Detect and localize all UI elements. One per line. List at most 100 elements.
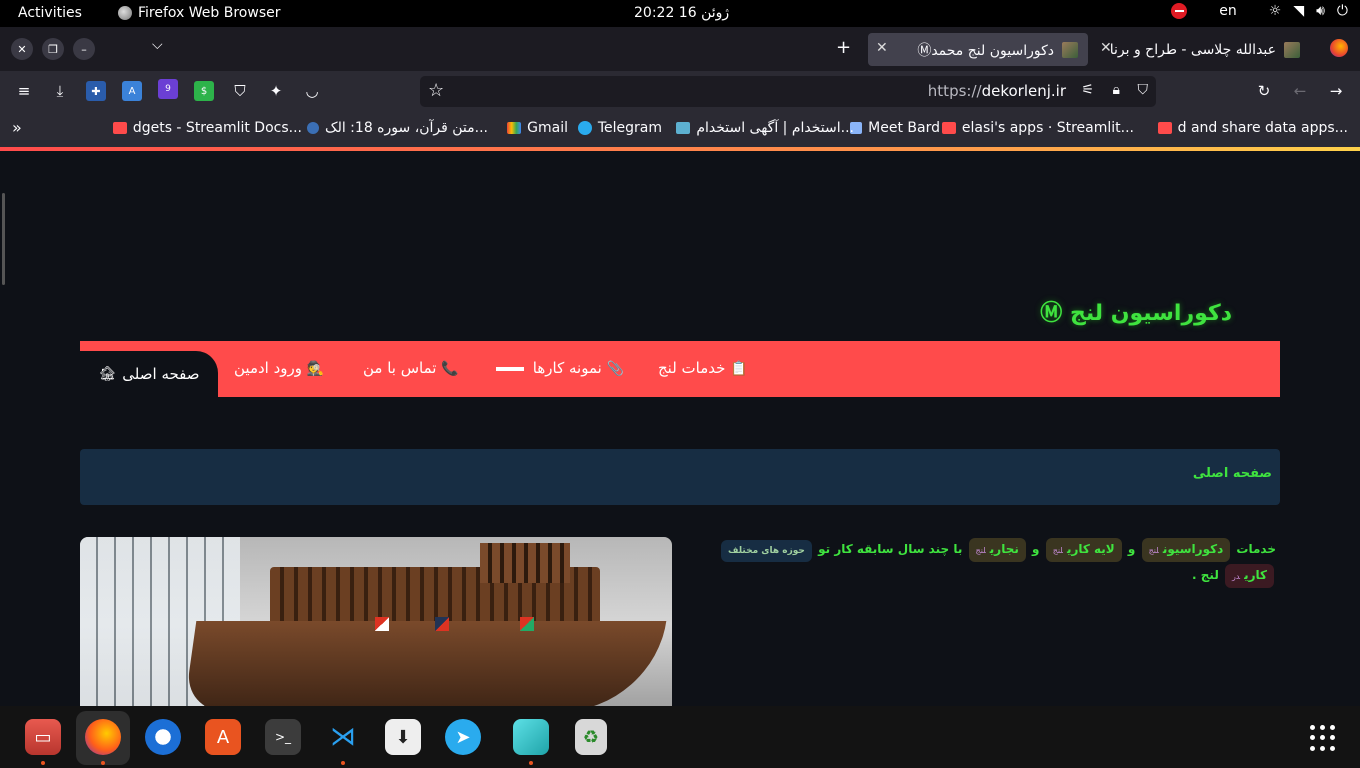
nav-item-admin-login[interactable]: 🕵 ورود ادمین [234,359,324,377]
extensions-puzzle-icon[interactable]: ✦ [266,81,286,101]
files-icon[interactable]: ▭ [25,719,61,755]
ubuntu-dock: ▭ A >_ ⋊ ⬇ ➤ ♻ [0,706,1360,768]
app-menu[interactable]: Firefox Web Browser [118,5,281,21]
photo-flag [520,617,534,631]
bookmark-label: متن قرآن، سوره 18: الک... [325,120,488,136]
nav-item-label: تماس با من [363,359,437,377]
url-text[interactable]: https://dekorlenj.ir [928,82,1066,100]
bookmark-label: Gmail [527,120,568,136]
cube-app-icon[interactable] [513,719,549,755]
trash-icon[interactable]: ♻ [575,719,607,755]
firefox-icon [118,6,132,20]
reload-icon[interactable]: ↻ [1254,81,1274,101]
money-extension-icon[interactable]: $ [194,81,214,101]
language-indicator[interactable]: en [1219,3,1237,19]
wifi-icon: ◥ [1293,3,1305,19]
house-icon: 🏚 [98,366,117,382]
chip-small: لنج [1052,546,1063,555]
vscode-icon[interactable]: ⋊ [325,719,361,755]
nav-item-portfolio[interactable]: 📎 نمونه کارها [496,359,624,377]
power-icon: ⏻ [1336,3,1348,19]
photo-boat-bridge [480,543,570,583]
telegram-icon[interactable]: ➤ [445,719,481,755]
forward-icon[interactable]: ← [1290,81,1310,101]
bookmark-label: dgets - Streamlit Docs... [132,120,302,136]
close-tab-icon[interactable]: ✕ [876,40,888,56]
bookmark-item[interactable]: Meet Bard [850,120,940,136]
do-not-disturb-icon[interactable] [1171,3,1188,19]
tab-active[interactable]: دکوراسیون لنج محمدⓂ ✕ [868,33,1088,66]
tab-list-chevron-icon[interactable]: ⌵ [152,37,163,53]
shield-extension-icon[interactable]: ⛉ [230,81,250,101]
nav-item-home[interactable]: صفحه اصلی 🏚 [80,351,218,397]
clipboard-icon: 📋 [730,361,748,377]
permissions-icon[interactable]: ⚟ [1081,82,1094,98]
bookmark-item[interactable]: استخدام | آگهی استخدام... [676,120,854,136]
running-indicator [41,761,45,765]
tracking-shield-icon[interactable]: ⛉ [1138,82,1149,98]
show-apps-grid-icon[interactable] [1310,725,1336,751]
bookmarks-overflow-chevron-icon[interactable]: » [12,118,22,137]
chip-text: نجاری [989,542,1019,556]
system-tray[interactable]: en ☼ ◥ 🔊︎ ⏻ [1171,3,1348,19]
nav-item-label: نمونه کارها [532,359,602,377]
close-window-button[interactable]: ✕ [11,38,33,60]
bookmark-item[interactable]: dgets - Streamlit Docs... [112,120,302,136]
chip-text: دکوراسیون [1162,542,1224,556]
tab-title: دکوراسیون لنج محمدⓂ [917,42,1054,59]
nav-item-contact[interactable]: 📞 تماس با من [363,359,459,377]
dash-icon [496,366,524,371]
page-scrollbar[interactable] [2,193,5,285]
translate-extension-icon[interactable]: A [122,81,142,101]
close-tab-icon[interactable]: ✕ [1100,40,1112,56]
bookmark-star-icon[interactable]: ☆ [428,80,444,101]
telegram-icon [577,121,592,135]
bookmark-label: استخدام | آگهی استخدام... [696,120,854,136]
bookmark-label: Telegram [597,120,662,136]
tab-favicon [1062,41,1078,58]
pocket-icon[interactable]: ◡ [302,81,322,101]
desc-chip: حوزه های مختلف [721,540,812,562]
desc-chip: کاریدر [1225,564,1274,588]
chip-small: لنج [1148,546,1159,555]
nav-item-label: صفحه اصلی [122,365,200,383]
firefox-icon[interactable] [85,719,121,755]
restore-window-button[interactable]: ❐ [42,38,64,60]
tab-inactive[interactable]: عبدالله چلاسی - طراح و برنا ✕ [1096,33,1310,66]
lock-icon[interactable]: 🔒︎ [1113,82,1120,98]
chip-small: لنج [975,546,986,555]
detective-icon: 🕵 [306,361,325,377]
extension-icon[interactable]: ✚ [86,81,106,101]
url-bar[interactable]: ☆ https://dekorlenj.ir ⚟ 🔒︎ ⛉ [420,76,1156,107]
bookmark-item[interactable]: d and share data apps... [1157,120,1348,136]
clock[interactable]: 20:22 16 ژوئن [634,5,729,21]
thunderbird-icon[interactable] [145,719,181,755]
photo-flag [435,617,449,631]
job-site-icon [676,122,691,134]
bookmark-item[interactable]: متن قرآن، سوره 18: الک... [307,120,488,136]
new-tab-button[interactable]: + [836,37,851,58]
downloads-icon[interactable]: ⤓ [50,81,70,101]
firefox-view-icon[interactable] [1330,39,1348,57]
chip-text: لایه کاری [1066,542,1115,556]
photo-boat-hull [183,621,667,706]
page-heading: صفحه اصلی [1192,466,1272,481]
software-center-icon[interactable]: A [205,719,241,755]
desc-word: تو [818,542,831,556]
bookmark-item[interactable]: Gmail [507,120,568,136]
terminal-icon[interactable]: >_ [265,719,301,755]
running-indicator [101,761,105,765]
activities-button[interactable]: Activities [18,5,82,21]
desc-word: و [1127,542,1136,556]
bookmark-item[interactable]: Telegram [577,120,662,136]
extension-badge-icon[interactable]: 9 [158,79,178,99]
extension-badge-count: 9 [165,84,171,94]
app-menu-icon[interactable]: ≡ [14,81,34,101]
boat-photo [80,537,672,706]
tab-favicon [1284,41,1300,58]
nav-item-services[interactable]: 📋 خدمات لنج [658,359,748,377]
downloader-icon[interactable]: ⬇ [385,719,421,755]
back-icon[interactable]: → [1326,81,1346,101]
minimize-window-button[interactable]: – [73,38,95,60]
bookmark-item[interactable]: elasi's apps · Streamlit... [941,120,1134,136]
